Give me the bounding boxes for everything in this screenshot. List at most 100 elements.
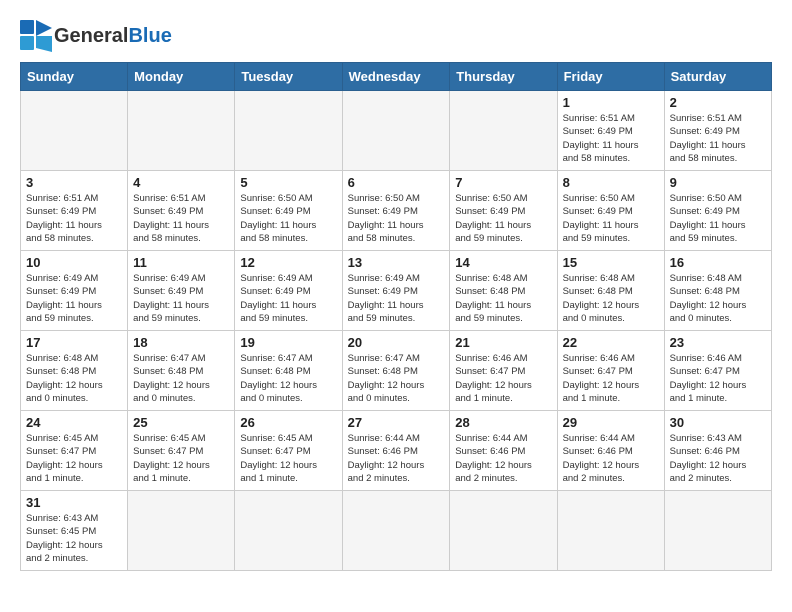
calendar-cell: 7 Sunrise: 6:50 AM Sunset: 6:49 PM Daylig… (450, 171, 557, 251)
day-info: Sunrise: 6:51 AM Sunset: 6:49 PM Dayligh… (26, 192, 122, 245)
calendar-cell: 23Sunrise: 6:46 AM Sunset: 6:47 PM Dayli… (664, 331, 771, 411)
calendar-cell (342, 491, 450, 571)
calendar-cell: 30 Sunrise: 6:43 AM Sunset: 6:46 PM Dayli… (664, 411, 771, 491)
calendar-cell: 25 Sunrise: 6:45 AM Sunset: 6:47 PM Dayli… (128, 411, 235, 491)
day-number: 5 (240, 175, 336, 190)
day-number: 26 (240, 415, 336, 430)
day-header-thursday: Thursday (450, 63, 557, 91)
day-info: Sunrise: 6:46 AM Sunset: 6:47 PM Dayligh… (455, 352, 551, 405)
calendar-cell: 24 Sunrise: 6:45 AM Sunset: 6:47 PM Dayli… (21, 411, 128, 491)
day-number: 31 (26, 495, 122, 510)
calendar-cell: 31 Sunrise: 6:43 AM Sunset: 6:45 PM Dayli… (21, 491, 128, 571)
calendar-week-4: 17 Sunrise: 6:48 AM Sunset: 6:48 PM Dayli… (21, 331, 772, 411)
calendar-week-1: 1Sunrise: 6:51 AM Sunset: 6:49 PM Daylig… (21, 91, 772, 171)
day-number: 17 (26, 335, 122, 350)
day-info: Sunrise: 6:49 AM Sunset: 6:49 PM Dayligh… (26, 272, 122, 325)
day-info: Sunrise: 6:44 AM Sunset: 6:46 PM Dayligh… (455, 432, 551, 485)
calendar-cell (128, 91, 235, 171)
day-info: Sunrise: 6:46 AM Sunset: 6:47 PM Dayligh… (670, 352, 766, 405)
day-header-sunday: Sunday (21, 63, 128, 91)
day-info: Sunrise: 6:48 AM Sunset: 6:48 PM Dayligh… (563, 272, 659, 325)
calendar-week-5: 24 Sunrise: 6:45 AM Sunset: 6:47 PM Dayli… (21, 411, 772, 491)
day-header-saturday: Saturday (664, 63, 771, 91)
calendar-cell: 29Sunrise: 6:44 AM Sunset: 6:46 PM Dayli… (557, 411, 664, 491)
day-number: 18 (133, 335, 229, 350)
day-info: Sunrise: 6:50 AM Sunset: 6:49 PM Dayligh… (348, 192, 445, 245)
day-header-wednesday: Wednesday (342, 63, 450, 91)
day-number: 2 (670, 95, 766, 110)
calendar-cell: 5Sunrise: 6:50 AM Sunset: 6:49 PM Daylig… (235, 171, 342, 251)
calendar-cell: 1Sunrise: 6:51 AM Sunset: 6:49 PM Daylig… (557, 91, 664, 171)
calendar-cell: 15 Sunrise: 6:48 AM Sunset: 6:48 PM Dayli… (557, 251, 664, 331)
day-number: 21 (455, 335, 551, 350)
day-number: 20 (348, 335, 445, 350)
calendar-header-row: SundayMondayTuesdayWednesdayThursdayFrid… (21, 63, 772, 91)
calendar-cell: 11Sunrise: 6:49 AM Sunset: 6:49 PM Dayli… (128, 251, 235, 331)
calendar-cell: 4 Sunrise: 6:51 AM Sunset: 6:49 PM Daylig… (128, 171, 235, 251)
calendar-cell (128, 491, 235, 571)
calendar-cell: 19Sunrise: 6:47 AM Sunset: 6:48 PM Dayli… (235, 331, 342, 411)
calendar-week-2: 3 Sunrise: 6:51 AM Sunset: 6:49 PM Daylig… (21, 171, 772, 251)
day-number: 8 (563, 175, 659, 190)
day-number: 4 (133, 175, 229, 190)
day-header-friday: Friday (557, 63, 664, 91)
calendar-cell (21, 91, 128, 171)
calendar-table: SundayMondayTuesdayWednesdayThursdayFrid… (20, 62, 772, 571)
day-info: Sunrise: 6:47 AM Sunset: 6:48 PM Dayligh… (348, 352, 445, 405)
calendar-cell: 28 Sunrise: 6:44 AM Sunset: 6:46 PM Dayli… (450, 411, 557, 491)
calendar-cell (664, 491, 771, 571)
calendar-cell (342, 91, 450, 171)
calendar-cell: 9Sunrise: 6:50 AM Sunset: 6:49 PM Daylig… (664, 171, 771, 251)
calendar-week-3: 10 Sunrise: 6:49 AM Sunset: 6:49 PM Dayli… (21, 251, 772, 331)
day-info: Sunrise: 6:51 AM Sunset: 6:49 PM Dayligh… (670, 112, 766, 165)
day-info: Sunrise: 6:50 AM Sunset: 6:49 PM Dayligh… (670, 192, 766, 245)
day-info: Sunrise: 6:43 AM Sunset: 6:46 PM Dayligh… (670, 432, 766, 485)
logo-blue-text: Blue (128, 25, 171, 47)
day-number: 22 (563, 335, 659, 350)
calendar-cell: 26 Sunrise: 6:45 AM Sunset: 6:47 PM Dayli… (235, 411, 342, 491)
day-number: 3 (26, 175, 122, 190)
day-number: 11 (133, 255, 229, 270)
logo-general-text: General (54, 25, 128, 47)
calendar-cell (450, 91, 557, 171)
gb-logo-icon (20, 20, 52, 52)
calendar-cell: 20 Sunrise: 6:47 AM Sunset: 6:48 PM Dayli… (342, 331, 450, 411)
day-info: Sunrise: 6:50 AM Sunset: 6:49 PM Dayligh… (455, 192, 551, 245)
day-info: Sunrise: 6:47 AM Sunset: 6:48 PM Dayligh… (133, 352, 229, 405)
day-number: 10 (26, 255, 122, 270)
day-number: 12 (240, 255, 336, 270)
day-info: Sunrise: 6:48 AM Sunset: 6:48 PM Dayligh… (26, 352, 122, 405)
day-number: 25 (133, 415, 229, 430)
day-info: Sunrise: 6:43 AM Sunset: 6:45 PM Dayligh… (26, 512, 122, 565)
calendar-cell: 14 Sunrise: 6:48 AM Sunset: 6:48 PM Dayli… (450, 251, 557, 331)
day-number: 24 (26, 415, 122, 430)
day-info: Sunrise: 6:48 AM Sunset: 6:48 PM Dayligh… (455, 272, 551, 325)
day-number: 15 (563, 255, 659, 270)
day-number: 14 (455, 255, 551, 270)
day-info: Sunrise: 6:46 AM Sunset: 6:47 PM Dayligh… (563, 352, 659, 405)
day-number: 6 (348, 175, 445, 190)
day-info: Sunrise: 6:44 AM Sunset: 6:46 PM Dayligh… (348, 432, 445, 485)
calendar-cell (235, 91, 342, 171)
day-number: 30 (670, 415, 766, 430)
day-header-monday: Monday (128, 63, 235, 91)
calendar-week-6: 31 Sunrise: 6:43 AM Sunset: 6:45 PM Dayli… (21, 491, 772, 571)
day-info: Sunrise: 6:45 AM Sunset: 6:47 PM Dayligh… (133, 432, 229, 485)
calendar-cell: 18 Sunrise: 6:47 AM Sunset: 6:48 PM Dayli… (128, 331, 235, 411)
day-number: 13 (348, 255, 445, 270)
calendar-cell: 13Sunrise: 6:49 AM Sunset: 6:49 PM Dayli… (342, 251, 450, 331)
day-info: Sunrise: 6:51 AM Sunset: 6:49 PM Dayligh… (133, 192, 229, 245)
day-number: 7 (455, 175, 551, 190)
day-header-tuesday: Tuesday (235, 63, 342, 91)
page-header: GeneralBlue (20, 20, 772, 52)
day-number: 28 (455, 415, 551, 430)
day-info: Sunrise: 6:49 AM Sunset: 6:49 PM Dayligh… (240, 272, 336, 325)
calendar-cell: 16Sunrise: 6:48 AM Sunset: 6:48 PM Dayli… (664, 251, 771, 331)
calendar-cell: 6 Sunrise: 6:50 AM Sunset: 6:49 PM Daylig… (342, 171, 450, 251)
day-info: Sunrise: 6:44 AM Sunset: 6:46 PM Dayligh… (563, 432, 659, 485)
calendar-cell: 17 Sunrise: 6:48 AM Sunset: 6:48 PM Dayli… (21, 331, 128, 411)
day-info: Sunrise: 6:45 AM Sunset: 6:47 PM Dayligh… (26, 432, 122, 485)
day-info: Sunrise: 6:48 AM Sunset: 6:48 PM Dayligh… (670, 272, 766, 325)
day-info: Sunrise: 6:45 AM Sunset: 6:47 PM Dayligh… (240, 432, 336, 485)
calendar-cell: 27Sunrise: 6:44 AM Sunset: 6:46 PM Dayli… (342, 411, 450, 491)
